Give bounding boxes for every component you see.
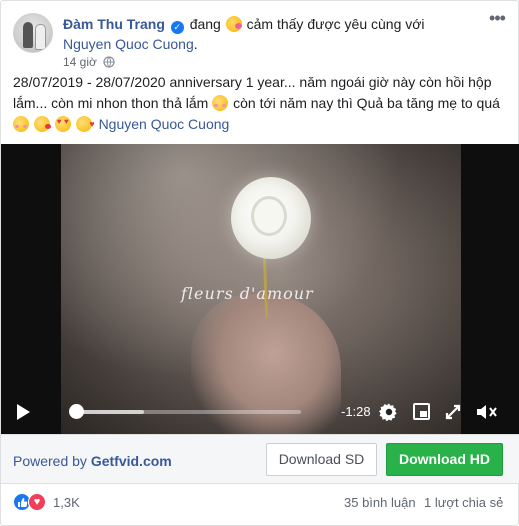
shares-count[interactable]: 1 lượt chia sẻ: [424, 495, 503, 511]
feeling-text: cảm thấy được yêu cùng với: [246, 16, 425, 32]
video-controls: -1:28: [1, 394, 519, 430]
powered-by: Powered by Getfvid.com: [13, 452, 172, 470]
play-icon[interactable]: [17, 404, 30, 420]
avatar-figure-right: [35, 24, 46, 50]
fullscreen-icon[interactable]: [444, 403, 462, 421]
more-horizontal-icon: •••: [489, 8, 506, 28]
post-time[interactable]: 14 giờ: [63, 55, 97, 69]
video-caption: fleurs d'amour: [181, 284, 314, 303]
author-avatar[interactable]: [13, 13, 53, 53]
feeling-prefix: đang: [189, 16, 221, 32]
reaction-count[interactable]: 1,3K: [53, 495, 80, 511]
gear-icon[interactable]: [379, 402, 399, 422]
powered-brand-link[interactable]: Getfvid.com: [91, 453, 172, 469]
quality-icon[interactable]: [413, 403, 430, 420]
more-options-button[interactable]: •••: [484, 8, 510, 31]
download-hd-button[interactable]: Download HD: [386, 443, 503, 476]
author-name[interactable]: Đàm Thu Trang: [63, 16, 165, 32]
comments-count[interactable]: 35 bình luận: [344, 495, 416, 511]
volume-icon[interactable]: [475, 402, 499, 422]
tagged-person-link[interactable]: Nguyen Quoc Cuong: [63, 36, 194, 52]
thumbs-up-icon: [18, 498, 28, 507]
time-remaining: -1:28: [341, 404, 371, 419]
heart-eyes-emoji-icon: [54, 116, 71, 132]
video-player[interactable]: fleurs d'amour -1:28: [1, 144, 519, 434]
powered-prefix: Powered by: [13, 453, 87, 469]
avatar-figure-left: [23, 22, 33, 48]
download-bar: Powered by Getfvid.com Download SD Downl…: [1, 434, 519, 484]
post-text: 28/07/2019 - 28/07/2020 anniversary 1 ye…: [13, 72, 513, 135]
download-sd-button[interactable]: Download SD: [266, 443, 377, 476]
seek-buffered: [76, 410, 144, 414]
post-text-middle: còn tới năm nay thì Quả ba tăng mẹ to qu…: [233, 95, 500, 111]
kissing-heart-emoji-icon: [33, 116, 51, 132]
globe-icon[interactable]: [103, 56, 115, 68]
smiling-blush-emoji-icon: [13, 116, 29, 132]
seek-thumb[interactable]: [69, 404, 84, 419]
smiling-hearts-emoji-icon: [75, 114, 95, 135]
tagged-suffix: .: [193, 36, 198, 52]
flower-center: [251, 196, 287, 236]
mention-link[interactable]: Nguyen Quoc Cuong: [99, 116, 230, 132]
smiling-blush-emoji-icon: [212, 95, 229, 111]
verified-badge-icon: ✓: [170, 21, 184, 34]
feeling-loved-emoji-icon: [225, 16, 242, 32]
post-meta: 14 giờ: [63, 54, 115, 70]
love-reaction-icon[interactable]: ♥: [28, 493, 46, 511]
post-header: Đàm Thu Trang ✓ đang cảm thấy được yêu c…: [63, 14, 473, 54]
post-card: Đàm Thu Trang ✓ đang cảm thấy được yêu c…: [0, 0, 519, 526]
